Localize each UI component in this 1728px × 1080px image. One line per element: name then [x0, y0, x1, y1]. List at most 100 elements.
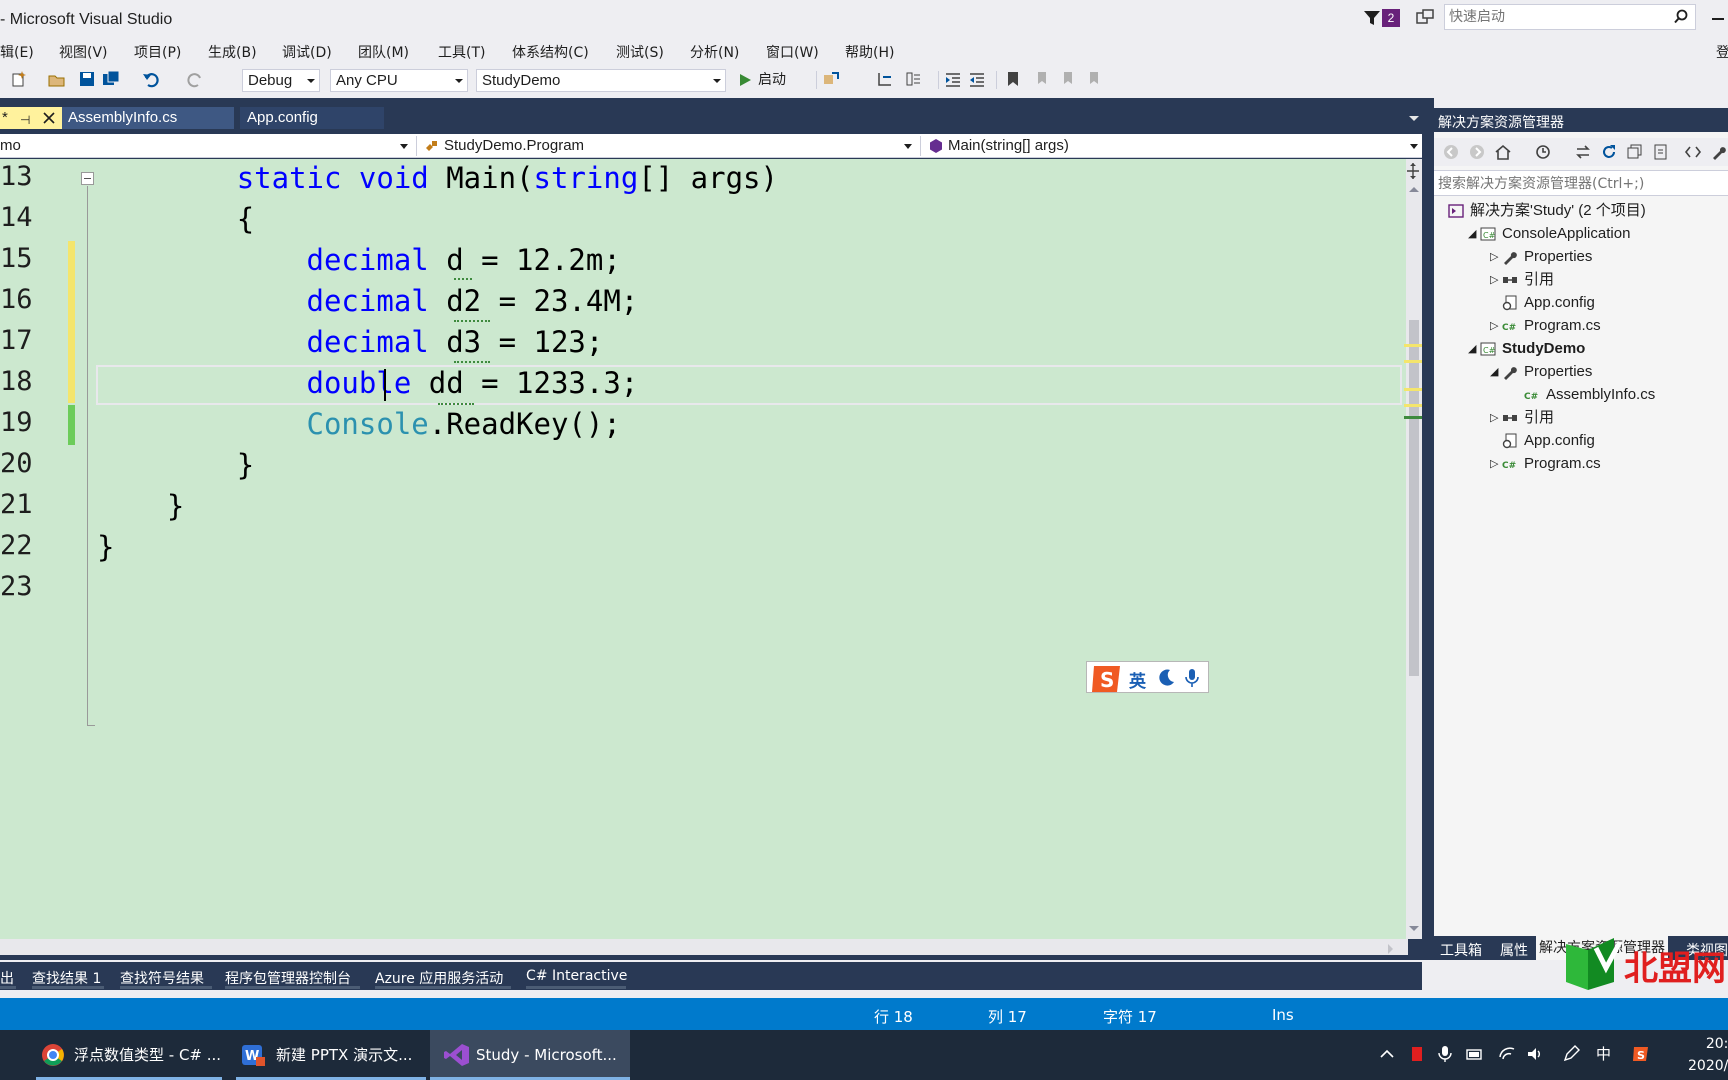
- ime-language-toggle[interactable]: 英: [1129, 667, 1146, 692]
- expand-arrow-icon[interactable]: ▷: [1490, 315, 1498, 337]
- menu-window[interactable]: 窗口(W): [766, 42, 819, 62]
- pending-changes-icon[interactable]: [1534, 143, 1552, 161]
- tab-find-results[interactable]: 查找结果 1: [32, 968, 101, 988]
- menu-test[interactable]: 测试(S): [616, 42, 664, 62]
- scroll-right-icon[interactable]: [1388, 944, 1393, 954]
- tree-item[interactable]: App.config: [1434, 430, 1728, 452]
- tree-item[interactable]: ◢ Properties: [1434, 361, 1728, 383]
- increase-indent-icon[interactable]: [968, 70, 986, 88]
- view-code-icon[interactable]: [1684, 143, 1702, 161]
- scroll-up-icon[interactable]: [1409, 187, 1419, 192]
- new-project-icon[interactable]: [10, 70, 28, 88]
- bookmark-icon[interactable]: [1004, 70, 1022, 88]
- tray-chevron-up-icon[interactable]: [1378, 1045, 1396, 1063]
- tree-item[interactable]: ▷ C# Program.cs: [1434, 453, 1728, 475]
- pin-icon[interactable]: ⊣: [20, 109, 30, 131]
- decrease-indent-icon[interactable]: [944, 70, 962, 88]
- close-icon[interactable]: [42, 111, 56, 125]
- clear-bookmarks-icon[interactable]: [1084, 70, 1102, 88]
- collapse-all-icon[interactable]: [1626, 143, 1644, 161]
- sign-in-link[interactable]: 登: [1716, 42, 1728, 62]
- menu-debug[interactable]: 调试(D): [282, 42, 332, 62]
- code-line[interactable]: 18 double dd = 1233.3;: [0, 364, 1408, 405]
- type-dropdown[interactable]: StudyDemo.Program: [422, 136, 916, 156]
- expand-arrow-icon[interactable]: ▷: [1490, 246, 1498, 268]
- tab-azure-activity[interactable]: Azure 应用服务活动: [375, 968, 503, 988]
- taskbar-visual-studio[interactable]: Study - Microsoft...: [430, 1030, 630, 1080]
- battery-icon[interactable]: [1466, 1045, 1484, 1063]
- tray-microphone-icon[interactable]: [1436, 1045, 1454, 1063]
- code-line[interactable]: 21 }: [0, 487, 1408, 528]
- collapse-arrow-icon[interactable]: ◢: [1468, 338, 1476, 360]
- tree-item[interactable]: App.config: [1434, 292, 1728, 314]
- filter-notification-icon[interactable]: [1362, 8, 1382, 28]
- moon-icon[interactable]: [1156, 668, 1176, 688]
- sogou-logo-icon[interactable]: S: [1090, 664, 1124, 694]
- sogou-tray-icon[interactable]: S: [1632, 1045, 1650, 1063]
- code-line[interactable]: 17 decimal d3 = 123;: [0, 323, 1408, 364]
- refresh-icon[interactable]: [1600, 143, 1618, 161]
- menu-analyze[interactable]: 分析(N): [690, 42, 739, 62]
- solution-platform-dropdown[interactable]: Any CPU: [330, 69, 468, 92]
- expand-arrow-icon[interactable]: ▷: [1490, 407, 1498, 429]
- code-line[interactable]: 19 Console.ReadKey();: [0, 405, 1408, 446]
- properties-wrench-icon[interactable]: [1710, 143, 1728, 161]
- tray-app-icon[interactable]: [1408, 1045, 1426, 1063]
- notification-badge[interactable]: 2: [1382, 9, 1400, 27]
- start-debugging-button[interactable]: 启动: [736, 69, 786, 91]
- taskbar-chrome[interactable]: 浮点数值类型 - C# ...: [36, 1030, 222, 1080]
- sync-icon[interactable]: [1574, 143, 1592, 161]
- collapse-arrow-icon[interactable]: ◢: [1490, 361, 1498, 383]
- step-over-icon[interactable]: [904, 70, 922, 88]
- back-icon[interactable]: [1442, 143, 1460, 161]
- code-line[interactable]: 15 decimal d = 12.2m;: [0, 241, 1408, 282]
- menu-build[interactable]: 生成(B): [208, 42, 257, 62]
- code-line[interactable]: 16 decimal d2 = 23.4M;: [0, 282, 1408, 323]
- code-line[interactable]: 23: [0, 569, 1408, 610]
- tree-item[interactable]: ▷ C# Program.cs: [1434, 315, 1728, 337]
- tab-toolbox[interactable]: 工具箱: [1440, 940, 1482, 960]
- tree-item[interactable]: ◢ C# StudyDemo: [1434, 338, 1728, 360]
- horizontal-scrollbar[interactable]: [0, 939, 1408, 955]
- menu-tools[interactable]: 工具(T): [438, 42, 485, 62]
- microphone-icon[interactable]: [1183, 667, 1201, 689]
- minimize-button[interactable]: [1712, 18, 1724, 20]
- tree-item[interactable]: ▷ 引用: [1434, 269, 1728, 291]
- ime-toolbar[interactable]: S 英: [1086, 661, 1209, 693]
- tree-item[interactable]: ◢ C# ConsoleApplication: [1434, 223, 1728, 245]
- solution-configuration-dropdown[interactable]: Debug: [242, 69, 320, 92]
- tab-program-cs[interactable]: * ⊣: [0, 107, 62, 129]
- scroll-down-icon[interactable]: [1409, 926, 1419, 931]
- previous-bookmark-icon[interactable]: [1032, 70, 1050, 88]
- tab-app-config[interactable]: App.config: [240, 107, 384, 129]
- pen-ink-icon[interactable]: [1562, 1045, 1580, 1063]
- member-dropdown[interactable]: Main(string[] args): [926, 136, 1422, 156]
- menu-architecture[interactable]: 体系结构(C): [512, 42, 589, 62]
- undo-icon[interactable]: [142, 70, 160, 88]
- tab-find-symbol-results[interactable]: 查找符号结果: [120, 968, 204, 988]
- tab-overflow-icon[interactable]: [1409, 116, 1419, 121]
- collapse-arrow-icon[interactable]: ◢: [1468, 223, 1476, 245]
- startup-project-dropdown[interactable]: StudyDemo: [476, 69, 726, 92]
- code-editor[interactable]: 13 static void Main(string[] args) 14 {15…: [0, 159, 1408, 939]
- tree-item[interactable]: 解决方案'Study' (2 个项目): [1434, 200, 1728, 222]
- home-icon[interactable]: [1494, 143, 1512, 161]
- save-icon[interactable]: [78, 70, 96, 88]
- code-line[interactable]: 14 {: [0, 200, 1408, 241]
- scrollbar-thumb[interactable]: [1409, 320, 1419, 676]
- ime-mode-indicator[interactable]: 中: [1596, 1043, 1611, 1063]
- system-clock[interactable]: 20:04 2020/12: [1688, 1033, 1728, 1077]
- show-all-files-icon[interactable]: [1652, 143, 1670, 161]
- quick-launch-input[interactable]: [1449, 8, 1659, 26]
- tab-assemblyinfo-cs[interactable]: AssemblyInfo.cs: [62, 107, 234, 129]
- taskbar-wps[interactable]: W 新建 PPTX 演示文...: [236, 1030, 426, 1080]
- code-line[interactable]: 20 }: [0, 446, 1408, 487]
- tab-output[interactable]: 出: [0, 968, 14, 988]
- menu-project[interactable]: 项目(P): [134, 42, 181, 62]
- menu-edit[interactable]: 辑(E): [0, 42, 34, 62]
- expand-arrow-icon[interactable]: ▷: [1490, 453, 1498, 475]
- open-file-icon[interactable]: [48, 70, 66, 88]
- tab-properties[interactable]: 属性: [1500, 940, 1528, 960]
- project-dropdown[interactable]: mo: [0, 136, 412, 156]
- redo-icon[interactable]: [186, 70, 204, 88]
